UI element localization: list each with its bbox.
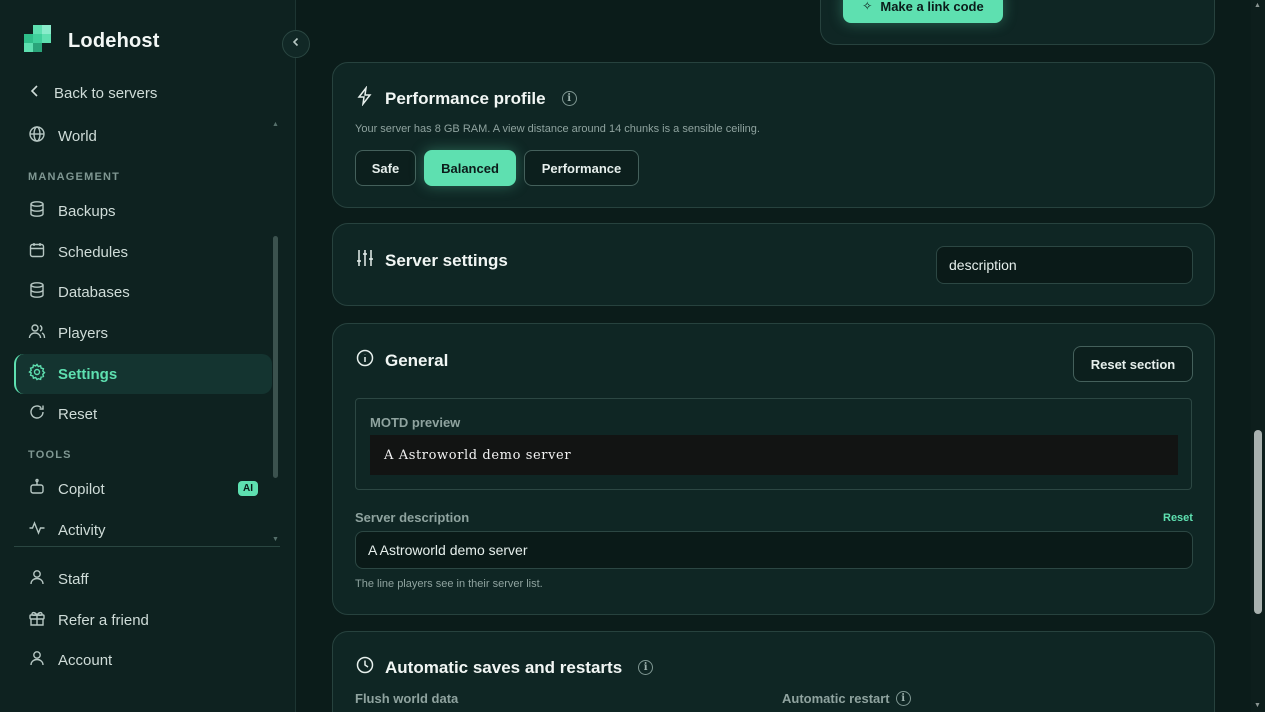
settings-search-input[interactable]: description <box>936 246 1193 284</box>
automatic-restart-label: Automatic restart i <box>782 691 911 706</box>
scroll-up-arrow-icon[interactable]: ▲ <box>1254 2 1261 9</box>
info-icon[interactable]: i <box>561 91 577 106</box>
sidebar-item-label: Backups <box>58 202 116 220</box>
sidebar-item-label: Staff <box>58 570 89 588</box>
profile-performance-button[interactable]: Performance <box>524 150 639 186</box>
motd-preview-label: MOTD preview <box>370 415 461 430</box>
general-header: General <box>355 348 448 373</box>
sidebar-item-activity[interactable]: Activity <box>14 510 272 550</box>
sidebar-item-copilot[interactable]: Copilot AI <box>14 469 272 509</box>
general-card: General Reset section MOTD preview A Ast… <box>332 323 1215 615</box>
sidebar-item-label: Schedules <box>58 243 129 261</box>
server-settings-title: Server settings <box>385 250 508 270</box>
sidebar-item-refer-a-friend[interactable]: Refer a friend <box>14 600 272 640</box>
logo-icon <box>22 22 58 61</box>
performance-profile-card: Performance profile i Your server has 8 … <box>332 62 1215 208</box>
sidebar-item-databases[interactable]: Databases <box>14 272 272 312</box>
scroll-down-icon[interactable]: ▼ <box>272 536 279 543</box>
scroll-up-icon[interactable]: ▲ <box>272 121 279 128</box>
motd-preview-box: MOTD preview A Astroworld demo server <box>355 398 1192 490</box>
activity-icon <box>28 519 46 541</box>
brand-name: Lodehost <box>68 30 160 52</box>
sidebar-item-label: World <box>58 127 97 145</box>
motd-preview-text: A Astroworld demo server <box>370 435 1178 475</box>
info-icon[interactable]: i <box>638 660 654 675</box>
user-icon <box>28 649 46 671</box>
clock-icon <box>355 655 375 680</box>
database-icon <box>28 281 46 303</box>
sidebar-item-label: Reset <box>58 405 98 423</box>
autosave-header: Automatic saves and restarts i <box>355 655 654 680</box>
gear-icon <box>28 363 46 385</box>
sidebar-item-label: Players <box>58 324 109 342</box>
description-help-text: The line players see in their server lis… <box>355 578 543 590</box>
back-label: Back to servers <box>54 84 158 102</box>
server-settings-header: Server settings <box>355 248 508 273</box>
sidebar-item-label: Settings <box>58 365 118 383</box>
server-settings-card: Server settings description <box>332 223 1215 306</box>
main-scrollbar-thumb[interactable] <box>1254 430 1262 614</box>
sidebar-item-staff[interactable]: Staff <box>14 559 272 599</box>
chevron-left-icon <box>28 84 42 102</box>
sidebar-scrollbar[interactable] <box>273 236 278 478</box>
sidebar-item-settings[interactable]: Settings <box>14 354 272 394</box>
performance-profile-header: Performance profile i <box>355 85 577 111</box>
brand[interactable]: Lodehost <box>22 22 160 61</box>
sidebar-item-account[interactable]: Account <box>14 640 272 680</box>
database-icon <box>28 200 46 222</box>
server-description-label: Server description <box>355 510 470 525</box>
link-code-card: ✧ Make a link code <box>820 0 1215 45</box>
performance-description: Your server has 8 GB RAM. A view distanc… <box>355 123 760 135</box>
make-link-code-button[interactable]: ✧ Make a link code <box>843 0 1003 23</box>
general-title: General <box>385 350 449 370</box>
sliders-icon <box>355 248 375 273</box>
sidebar-item-players[interactable]: Players <box>14 313 272 353</box>
lightning-icon <box>355 85 375 111</box>
autosave-card: Automatic saves and restarts i Flush wor… <box>332 631 1215 712</box>
server-description-input[interactable]: A Astroworld demo server <box>355 531 1193 569</box>
info-circle-icon <box>355 348 375 373</box>
sidebar-item-world[interactable]: World <box>14 116 272 156</box>
refresh-icon <box>28 403 46 425</box>
globe-icon <box>28 125 46 147</box>
chevron-left-icon <box>290 35 302 53</box>
sparkle-icon: ✧ <box>862 0 873 13</box>
scroll-down-arrow-icon[interactable]: ▼ <box>1254 702 1261 709</box>
tools-section-label: TOOLS <box>28 449 72 461</box>
profile-balanced-button[interactable]: Balanced <box>424 150 516 186</box>
sidebar-divider <box>14 546 280 547</box>
reset-section-button[interactable]: Reset section <box>1073 346 1193 382</box>
sidebar-item-label: Activity <box>58 521 106 539</box>
autosave-title: Automatic saves and restarts <box>385 657 623 677</box>
automatic-restart-text: Automatic restart <box>782 691 890 706</box>
bot-icon <box>28 478 46 500</box>
back-to-servers-link[interactable]: Back to servers <box>14 73 272 113</box>
ai-badge: AI <box>238 481 258 496</box>
flush-world-data-label: Flush world data <box>355 691 459 706</box>
collapse-sidebar-button[interactable] <box>282 30 310 58</box>
description-reset-link[interactable]: Reset <box>1163 512 1193 524</box>
sidebar-item-label: Copilot <box>58 480 105 498</box>
management-section-label: MANAGEMENT <box>28 171 121 183</box>
sidebar-item-backups[interactable]: Backups <box>14 191 272 231</box>
sidebar-item-label: Account <box>58 651 113 669</box>
gift-icon <box>28 609 46 631</box>
sidebar-item-label: Databases <box>58 283 130 301</box>
calendar-icon <box>28 241 46 263</box>
sidebar-item-schedules[interactable]: Schedules <box>14 232 272 272</box>
info-icon[interactable]: i <box>895 691 911 706</box>
performance-profile-title: Performance profile <box>385 88 546 108</box>
user-icon <box>28 568 46 590</box>
sidebar-item-label: Refer a friend <box>58 611 149 629</box>
users-icon <box>28 322 46 344</box>
sidebar: Lodehost Back to servers World ▲ MANAGEM… <box>0 0 296 712</box>
make-link-code-label: Make a link code <box>880 0 984 14</box>
sidebar-item-reset[interactable]: Reset <box>14 394 272 434</box>
profile-safe-button[interactable]: Safe <box>355 150 416 186</box>
